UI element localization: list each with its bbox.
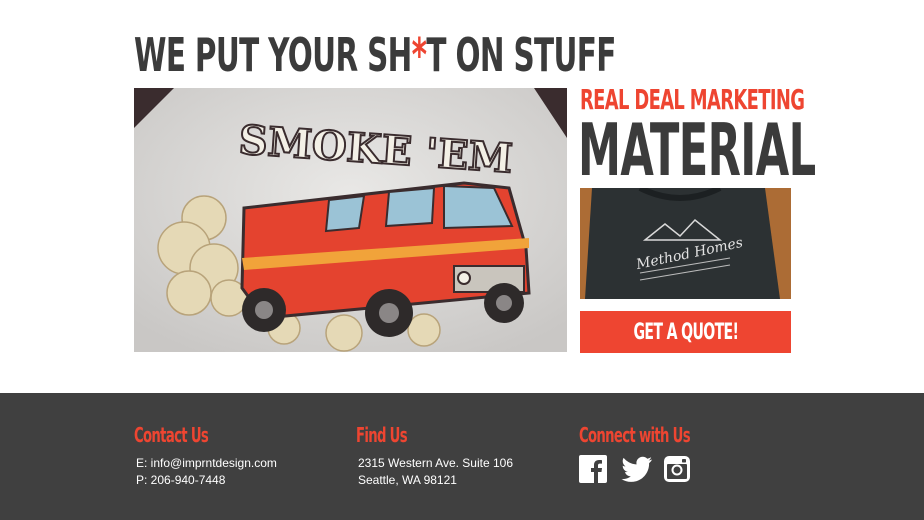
hero-image-smoke-em-shirt: SMOKE 'EM: [134, 88, 567, 352]
footer-connect: Connect with Us: [579, 423, 747, 483]
contact-email[interactable]: E: info@imprntdesign.com: [136, 455, 277, 472]
social-links: [579, 455, 747, 483]
address-line-2: Seattle, WA 98121: [358, 473, 457, 487]
contact-phone[interactable]: P: 206-940-7448: [136, 472, 277, 489]
contact-heading: Contact Us: [134, 423, 209, 447]
headline-text-start: WE PUT YOUR SH: [134, 28, 412, 82]
instagram-icon[interactable]: [663, 455, 691, 483]
get-a-quote-label: GET A QUOTE!: [633, 319, 738, 345]
address-line-1: 2315 Western Ave. Suite 106: [358, 456, 513, 470]
page-headline: WE PUT YOUR SH*T ON STUFF: [134, 30, 616, 80]
headline-star: *: [411, 28, 427, 82]
tagline-big: MATERIAL: [578, 108, 816, 192]
footer-find-us: Find Us 2315 Western Ave. Suite 106 Seat…: [356, 423, 513, 489]
facebook-icon[interactable]: [579, 455, 607, 483]
headline-text-end: T ON STUFF: [426, 28, 616, 82]
twitter-icon[interactable]: [621, 455, 652, 483]
connect-heading: Connect with Us: [579, 423, 691, 447]
footer-contact: Contact Us E: info@imprntdesign.com P: 2…: [134, 423, 277, 489]
site-footer: Contact Us E: info@imprntdesign.com P: 2…: [0, 393, 924, 520]
product-photo-method-homes-shirt: Method Homes: [580, 188, 791, 299]
find-us-heading: Find Us: [356, 423, 408, 447]
get-a-quote-button[interactable]: GET A QUOTE!: [580, 311, 791, 353]
